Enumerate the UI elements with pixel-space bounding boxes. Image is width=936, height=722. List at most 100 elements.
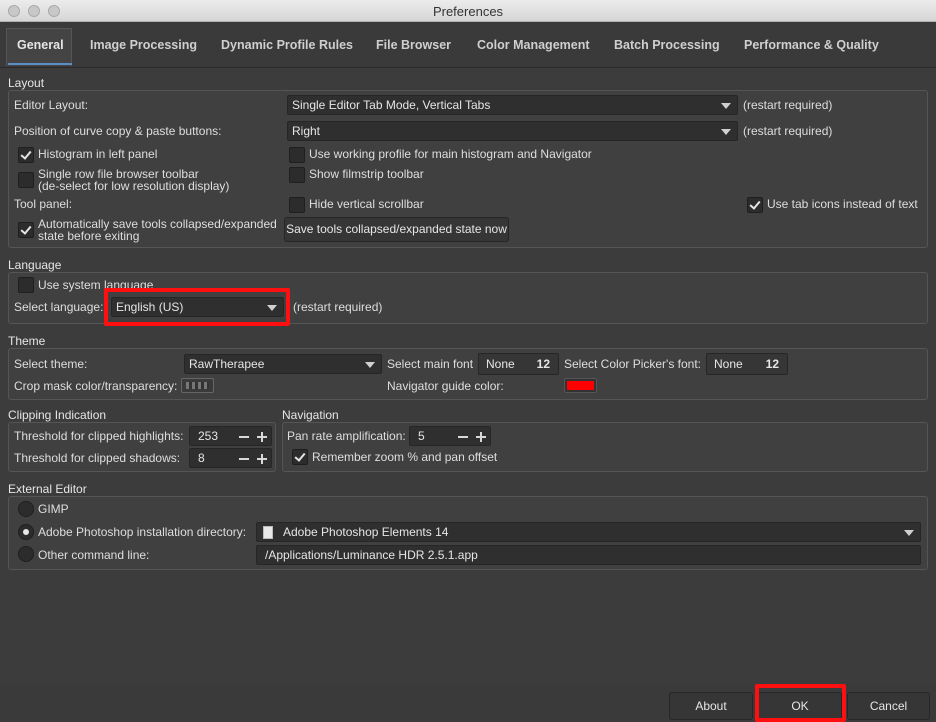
picker-font-label: Select Color Picker's font: [564,357,702,371]
tab-icons-checkbox[interactable] [747,197,763,213]
histogram-left-label: Histogram in left panel [38,147,158,161]
main-font-button[interactable]: None 12 [478,353,559,375]
checkmark-icon [20,223,32,235]
save-tools-state-button[interactable]: Save tools collapsed/expanded state now [284,217,509,242]
theme-dropdown[interactable]: RawTherapee [184,354,382,374]
single-row-toolbar-label-line2: (de-select for low resolution display) [38,179,230,193]
ok-highlight-box [755,684,846,722]
navigation-section-title: Navigation [282,408,339,422]
clipping-section-title: Clipping Indication [8,408,107,422]
editor-layout-dropdown[interactable]: Single Editor Tab Mode, Vertical Tabs [287,95,738,115]
minus-icon[interactable] [239,458,249,460]
cancel-button[interactable]: Cancel [847,692,930,720]
chevron-down-icon [721,129,731,135]
tab-color-management[interactable]: Color Management [477,38,590,52]
navigator-guide-label: Navigator guide color: [387,379,504,393]
main-font-name: None [486,357,515,371]
hide-scrollbar-label: Hide vertical scrollbar [309,197,424,211]
tab-general[interactable]: General [17,38,64,52]
theme-section-title: Theme [8,334,46,348]
working-profile-checkbox[interactable] [289,147,305,163]
picker-font-button[interactable]: None 12 [706,353,788,375]
pan-rate-label: Pan rate amplification: [287,429,406,443]
radio-selected-dot [23,529,29,535]
minus-icon[interactable] [239,436,249,438]
crop-mask-label: Crop mask color/transparency: [14,379,178,393]
highlights-threshold-value: 253 [198,429,219,443]
editor-layout-note: (restart required) [743,98,833,112]
plus-icon-vertical [261,454,263,464]
document-icon [263,526,273,539]
tab-image-processing[interactable]: Image Processing [90,38,197,52]
histogram-left-checkbox[interactable] [18,147,34,163]
checkmark-icon [20,148,32,160]
checker-swatch-icon [186,382,209,389]
editor-layout-value: Single Editor Tab Mode, Vertical Tabs [292,98,491,112]
red-color-swatch [567,381,594,390]
language-section-title: Language [8,258,62,272]
remember-zoom-checkbox[interactable] [292,449,308,465]
other-command-radio[interactable] [18,546,34,562]
navigator-guide-color-button[interactable] [564,378,597,393]
hide-scrollbar-checkbox[interactable] [289,197,305,213]
tab-icons-label: Use tab icons instead of text [767,197,918,211]
working-profile-label: Use working profile for main histogram a… [309,147,592,161]
title-bar: Preferences [0,0,936,22]
highlights-threshold-label: Threshold for clipped highlights: [14,429,184,443]
layout-section-title: Layout [8,76,45,90]
shadows-threshold-label: Threshold for clipped shadows: [14,451,181,465]
tab-dynamic-profile-rules[interactable]: Dynamic Profile Rules [221,38,353,52]
remember-zoom-label: Remember zoom % and pan offset [312,450,498,464]
single-row-toolbar-checkbox[interactable] [18,172,34,188]
other-command-label: Other command line: [38,548,150,562]
chevron-down-icon [721,103,731,109]
photoshop-directory-value: Adobe Photoshop Elements 14 [283,525,449,539]
tab-bar: General Image Processing Dynamic Profile… [0,22,936,68]
pan-rate-value: 5 [418,429,425,443]
about-button[interactable]: About [669,692,753,720]
gimp-label: GIMP [38,502,69,516]
picker-font-size: 12 [765,357,779,371]
highlights-threshold-spinner[interactable]: 253 [189,426,272,446]
tab-batch-processing[interactable]: Batch Processing [614,38,720,52]
curve-buttons-label: Position of curve copy & paste buttons: [14,124,222,138]
plus-icon-vertical [480,432,482,442]
photoshop-label: Adobe Photoshop installation directory: [38,525,247,539]
picker-font-name: None [714,357,743,371]
show-filmstrip-label: Show filmstrip toolbar [309,167,424,181]
tab-file-browser[interactable]: File Browser [376,38,451,52]
use-system-language-checkbox[interactable] [18,277,34,293]
curve-buttons-value: Right [292,124,321,138]
pan-rate-spinner[interactable]: 5 [409,426,491,446]
show-filmstrip-checkbox[interactable] [289,167,305,183]
active-tab-indicator [8,63,72,65]
shadows-threshold-value: 8 [198,451,205,465]
autosave-tools-label-line2: state before exiting [38,229,140,243]
chevron-down-icon [365,362,375,368]
photoshop-radio[interactable] [18,524,34,540]
curve-buttons-note: (restart required) [743,124,833,138]
main-font-size: 12 [536,357,550,371]
select-theme-label: Select theme: [14,357,88,371]
tool-panel-label: Tool panel: [14,197,73,211]
autosave-tools-checkbox[interactable] [18,222,34,238]
theme-value: RawTherapee [189,357,265,371]
chevron-down-icon [904,530,914,536]
curve-buttons-dropdown[interactable]: Right [287,121,738,141]
external-editor-section-title: External Editor [8,482,87,496]
other-command-input[interactable]: /Applications/Luminance HDR 2.5.1.app [256,545,921,565]
language-highlight-box [104,288,290,326]
tab-performance-quality[interactable]: Performance & Quality [744,38,879,52]
plus-icon-vertical [261,432,263,442]
window-title: Preferences [432,4,504,19]
select-language-label: Select language: [14,300,104,314]
photoshop-directory-dropdown[interactable]: Adobe Photoshop Elements 14 [256,522,921,542]
shadows-threshold-spinner[interactable]: 8 [189,448,272,468]
minus-icon[interactable] [458,436,468,438]
checkmark-icon [294,450,306,462]
editor-layout-label: Editor Layout: [14,98,89,112]
checkmark-icon [749,198,761,210]
language-note: (restart required) [293,300,383,314]
crop-mask-color-button[interactable] [181,378,214,393]
gimp-radio[interactable] [18,501,34,517]
